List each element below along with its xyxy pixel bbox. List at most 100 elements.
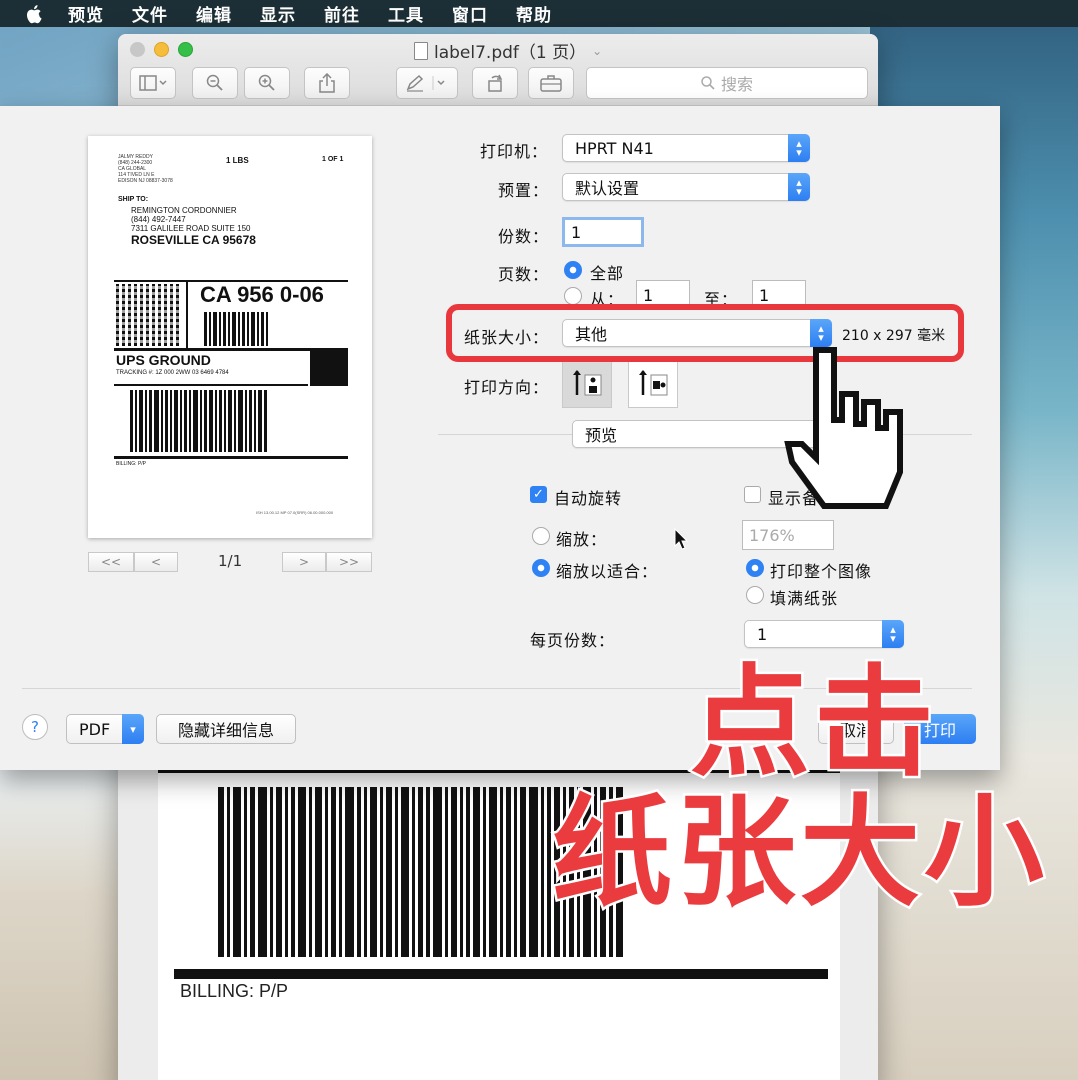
- zoom-in-button[interactable]: [244, 67, 290, 99]
- pdf-document-icon: [414, 41, 428, 60]
- printer-label: 打印机：: [480, 142, 549, 161]
- pen-icon: [406, 74, 445, 92]
- ship-to-label: SHIP TO:: [118, 196, 149, 203]
- up-down-arrows-icon: ▴▾: [788, 173, 810, 201]
- preset-value: 默认设置: [575, 179, 640, 198]
- previous-page-button[interactable]: <: [134, 552, 178, 572]
- menu-help[interactable]: 帮助: [516, 1, 552, 26]
- menu-file[interactable]: 文件: [132, 1, 168, 26]
- recipient-street: 7311 GALILEE ROAD SUITE 150: [131, 224, 251, 233]
- service-indicator-block: [310, 348, 348, 386]
- auto-rotate-label: 自动旋转: [554, 489, 623, 508]
- print-entire-image-radio[interactable]: [746, 559, 764, 577]
- printer-value: HPRT N41: [575, 138, 654, 158]
- fill-paper-radio[interactable]: [746, 586, 764, 604]
- print-preview-thumbnail: JALMY REDDY (848) 244-2300 CA GLOBAL 114…: [88, 136, 372, 538]
- scale-to-fit-radio[interactable]: [532, 559, 550, 577]
- scale-field[interactable]: 176%: [742, 520, 834, 550]
- chevron-down-icon: ⌄: [592, 43, 603, 58]
- pdf-menu-button[interactable]: PDF ▾: [66, 714, 144, 744]
- first-page-button[interactable]: <<: [88, 552, 134, 572]
- label-divider-vertical: [186, 282, 188, 348]
- search-placeholder: 搜索: [720, 75, 753, 94]
- copies-per-page-label: 每页份数：: [530, 631, 616, 650]
- close-button[interactable]: [130, 42, 145, 57]
- label-divider: [114, 456, 348, 459]
- document-rule: [174, 969, 828, 979]
- copies-per-page-select[interactable]: 1 ▴ ▾: [744, 620, 904, 648]
- scale-label: 缩放：: [556, 530, 608, 549]
- package-weight: 1 LBS: [226, 156, 249, 165]
- help-button[interactable]: ?: [22, 714, 48, 740]
- fill-paper-label: 填满纸张: [770, 589, 839, 608]
- route-code: CA 956 0-06: [200, 282, 324, 307]
- instruction-text-line2: 纸张大小: [550, 784, 1048, 923]
- copies-label: 份数：: [498, 227, 550, 246]
- sidebar-toggle-button[interactable]: [130, 67, 176, 99]
- orientation-label: 打印方向：: [464, 378, 550, 397]
- portrait-orientation-button[interactable]: [562, 358, 612, 408]
- pages-range-radio[interactable]: [564, 287, 582, 305]
- section-value: 预览: [585, 426, 618, 445]
- up-down-arrows-icon: ▴▾: [788, 134, 810, 162]
- last-page-button[interactable]: >>: [326, 552, 372, 572]
- portrait-orientation-icon: [573, 370, 602, 396]
- pointing-hand-icon: [784, 347, 903, 509]
- zoom-out-icon: [206, 74, 223, 91]
- printer-select[interactable]: HPRT N41 ▴ ▾: [562, 134, 810, 162]
- billing-text: BILLING: P/P: [116, 461, 147, 467]
- sender-address: JALMY REDDY (848) 244-2300 CA GLOBAL 114…: [118, 154, 173, 184]
- document-billing-text: BILLING: P/P: [180, 981, 289, 1001]
- pages-all-label: 全部: [590, 264, 625, 283]
- menu-edit[interactable]: 编辑: [196, 1, 232, 26]
- menu-preview[interactable]: 预览: [68, 1, 104, 26]
- zoom-out-button[interactable]: [192, 67, 238, 99]
- scale-to-fit-label: 缩放以适合：: [556, 562, 659, 581]
- menu-window[interactable]: 窗口: [452, 1, 488, 26]
- menu-go[interactable]: 前往: [324, 1, 360, 26]
- menubar: 预览 文件 编辑 显示 前往 工具 窗口 帮助: [0, 0, 1078, 27]
- landscape-orientation-button[interactable]: [628, 358, 678, 408]
- recipient-phone: (844) 492-7447: [131, 215, 186, 224]
- recipient-name: REMINGTON CORDONNIER: [131, 206, 237, 215]
- window-title-text: label7.pdf（1 页）: [434, 43, 587, 63]
- up-down-arrows-icon: ▴▾: [882, 620, 904, 648]
- menu-view[interactable]: 显示: [260, 1, 296, 26]
- print-entire-image-label: 打印整个图像: [770, 562, 873, 581]
- sidebar-icon: [139, 75, 167, 91]
- auto-rotate-checkbox[interactable]: ✓: [530, 486, 547, 503]
- page-indicator: 1/1: [218, 552, 243, 570]
- zoom-in-icon: [258, 74, 275, 91]
- window-title[interactable]: label7.pdf（1 页） ⌄: [414, 38, 602, 63]
- copies-field[interactable]: 1: [562, 217, 644, 247]
- menu-tools[interactable]: 工具: [388, 1, 424, 26]
- chevron-down-icon: ▾: [122, 714, 144, 744]
- minimize-button[interactable]: [154, 42, 169, 57]
- search-icon: [701, 76, 715, 90]
- pages-all-radio[interactable]: [564, 261, 582, 279]
- postal-barcode: [204, 312, 276, 346]
- label-footer: ISH 13.00.12 MP 07.0(SRR) 06.00.000.000: [256, 510, 334, 515]
- tracking-barcode: [130, 390, 300, 452]
- tracking-number: TRACKING #: 1Z 000 2WW 03 6469 4784: [116, 370, 229, 376]
- rotate-icon: [488, 74, 503, 92]
- copies-per-page-value: 1: [757, 624, 768, 644]
- zoom-button[interactable]: [178, 42, 193, 57]
- recipient-city: ROSEVILLE CA 95678: [131, 233, 256, 247]
- markup-button[interactable]: [396, 67, 458, 99]
- rotate-button[interactable]: [472, 67, 518, 99]
- share-button[interactable]: [304, 67, 350, 99]
- apple-logo-icon[interactable]: [22, 4, 48, 24]
- next-page-button[interactable]: >: [282, 552, 326, 572]
- mouse-pointer-icon: [674, 528, 688, 550]
- show-notes-checkbox[interactable]: [744, 486, 761, 503]
- toolbox-button[interactable]: [528, 67, 574, 99]
- search-input[interactable]: 搜索: [586, 67, 868, 99]
- toolbox-icon: [540, 75, 562, 92]
- preset-select[interactable]: 默认设置 ▴ ▾: [562, 173, 810, 201]
- scale-radio[interactable]: [532, 527, 550, 545]
- pdf-label: PDF: [79, 719, 111, 739]
- pages-label: 页数：: [498, 265, 550, 284]
- window-titlebar: label7.pdf（1 页） ⌄ 搜索: [118, 34, 878, 106]
- hide-details-button[interactable]: 隐藏详细信息: [156, 714, 296, 744]
